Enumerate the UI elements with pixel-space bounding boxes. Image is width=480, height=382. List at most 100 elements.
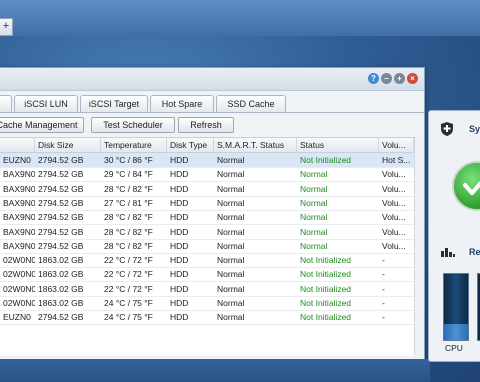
table-row[interactable]: BAX9N0 2794.52 GB 28 °C / 82 °F HDD Normal No… — [0, 225, 414, 240]
cache-management-button[interactable]: Cache Management — [0, 117, 84, 133]
cell-disk-size: 1863.02 GB — [38, 269, 84, 280]
cell-volume: Volu... — [382, 197, 406, 208]
cell-disk-size: 1863.02 GB — [38, 255, 84, 266]
cell-disk-type: HDD — [170, 283, 189, 294]
cell-temperature: 22 °C / 72 °F — [104, 283, 153, 294]
help-icon[interactable]: ? — [368, 73, 379, 84]
cell-temperature: 28 °C / 82 °F — [104, 183, 153, 194]
cell-disk: BAX9N0 — [3, 183, 35, 194]
cell-smart-status: Normal — [217, 183, 245, 194]
table-row[interactable]: 02W0N0 1863.02 GB 22 °C / 72 °F HDD Normal No… — [0, 282, 414, 297]
table-row[interactable]: EUZN0 2794.52 GB 24 °C / 75 °F HDD Normal Not… — [0, 310, 414, 326]
table-row[interactable]: 02W0N0 1863.02 GB 22 °C / 72 °F HDD Normal No… — [0, 267, 414, 283]
cell-status: Normal — [300, 212, 328, 223]
col-disk[interactable] — [0, 138, 35, 152]
table-row[interactable]: BAX9N0 2794.52 GB 29 °C / 84 °F HDD Normal No… — [0, 167, 414, 183]
cpu-label: CPU — [445, 343, 463, 353]
cell-smart-status: Normal — [217, 240, 245, 251]
col-disk-size[interactable]: Disk Size — [35, 138, 101, 152]
cell-disk-size: 2794.52 GB — [38, 183, 84, 194]
system-health-title: Sy — [469, 124, 480, 134]
cell-disk: BAX9N0 — [3, 226, 35, 237]
cell-temperature: 30 °C / 86 °F — [104, 155, 153, 165]
system-widget-panel: Sy Re CPU — [428, 110, 480, 362]
cell-smart-status: Normal — [217, 169, 245, 180]
tab-iscsi-target[interactable]: iSCSI Target — [80, 95, 148, 112]
cell-temperature: 28 °C / 82 °F — [104, 240, 153, 251]
table-row[interactable]: BAX9N0 2794.52 GB 28 °C / 82 °F HDD Normal No… — [0, 239, 414, 254]
cell-disk-type: HDD — [170, 226, 189, 237]
cell-smart-status: Normal — [217, 212, 245, 223]
cell-disk-type: HDD — [170, 240, 189, 251]
table-scrollbar[interactable] — [414, 137, 423, 355]
test-scheduler-button[interactable]: Test Scheduler — [91, 117, 175, 133]
cell-status: Not Initialized — [300, 312, 352, 323]
cell-status: Normal — [300, 240, 328, 251]
cell-disk-size: 1863.02 GB — [38, 283, 84, 294]
table-row[interactable]: 02W0N0 1863.02 GB 22 °C / 72 °F HDD Normal No… — [0, 253, 414, 269]
col-smart-status[interactable]: S.M.A.R.T. Status — [214, 138, 297, 152]
cell-smart-status: Normal — [217, 155, 245, 165]
col-volume[interactable]: Volu... — [379, 138, 414, 152]
col-status[interactable]: Status — [297, 138, 379, 152]
window-titlebar[interactable]: ? – + × — [0, 68, 424, 91]
cell-disk: EUZN0 — [3, 312, 31, 323]
resource-monitor-title: Re — [469, 247, 480, 257]
col-temperature[interactable]: Temperature — [101, 138, 167, 152]
cell-volume: - — [382, 269, 385, 280]
cell-volume: Volu... — [382, 226, 406, 237]
tab-ssd-cache[interactable]: SSD Cache — [216, 95, 286, 112]
cell-status: Not Initialized — [300, 269, 352, 280]
col-disk-type[interactable]: Disk Type — [167, 138, 214, 152]
cell-disk: BAX9N0 — [3, 212, 35, 223]
table-row[interactable]: BAX9N0 2794.52 GB 28 °C / 82 °F HDD Normal No… — [0, 182, 414, 197]
cell-disk-type: HDD — [170, 312, 189, 323]
cell-volume: Volu... — [382, 212, 406, 223]
close-icon[interactable]: × — [407, 73, 418, 84]
cell-temperature: 29 °C / 84 °F — [104, 169, 153, 180]
cell-smart-status: Normal — [217, 298, 245, 308]
disk-table: Disk Size Temperature Disk Type S.M.A.R.… — [0, 137, 414, 356]
storage-manager-window: ? – + × iSCSI LUN iSCSI Target Hot Spare… — [0, 67, 425, 361]
table-row[interactable]: 02W0N0 1863.02 GB 24 °C / 75 °F HDD Normal No… — [0, 296, 414, 311]
tab-hot-spare[interactable]: Hot Spare — [150, 95, 214, 112]
table-row[interactable]: BAX9N0 2794.52 GB 28 °C / 82 °F HDD Normal No… — [0, 210, 414, 226]
cell-disk-size: 2794.52 GB — [38, 197, 84, 208]
desktop-taskbar — [0, 0, 480, 36]
new-tab-button[interactable]: + — [0, 18, 13, 36]
cell-status: Not Initialized — [300, 283, 352, 294]
cell-temperature: 22 °C / 72 °F — [104, 255, 153, 266]
cell-disk-size: 2794.52 GB — [38, 226, 84, 237]
cell-status: Normal — [300, 226, 328, 237]
cell-disk: 02W0N0 — [3, 283, 35, 294]
cell-temperature: 27 °C / 81 °F — [104, 197, 153, 208]
cell-smart-status: Normal — [217, 197, 245, 208]
cell-disk-type: HDD — [170, 169, 189, 180]
health-ok-icon — [452, 161, 480, 211]
cell-smart-status: Normal — [217, 269, 245, 280]
table-row[interactable]: BAX9N0 2794.52 GB 27 °C / 81 °F HDD Normal No… — [0, 196, 414, 211]
cell-disk-size: 2794.52 GB — [38, 155, 84, 165]
cell-disk-type: HDD — [170, 269, 189, 280]
minimize-icon[interactable]: – — [381, 73, 392, 84]
cell-disk-type: HDD — [170, 255, 189, 266]
cell-temperature: 24 °C / 75 °F — [104, 298, 153, 308]
cell-smart-status: Normal — [217, 283, 245, 294]
tab-iscsi-lun[interactable]: iSCSI LUN — [14, 95, 78, 112]
cell-status: Normal — [300, 183, 328, 194]
cell-volume: - — [382, 283, 385, 294]
cell-disk-size: 2794.52 GB — [38, 312, 84, 323]
cell-status: Not Initialized — [300, 255, 352, 266]
cell-volume: Volu... — [382, 169, 406, 180]
cell-disk: BAX9N0 — [3, 169, 35, 180]
cell-disk: BAX9N0 — [3, 197, 35, 208]
cell-volume: Volu... — [382, 183, 406, 194]
refresh-button[interactable]: Refresh — [178, 117, 234, 133]
cell-volume: Hot S... — [382, 155, 411, 165]
cell-status: Not Initialized — [300, 155, 352, 165]
cell-status: Normal — [300, 169, 328, 180]
table-row[interactable]: EUZN0 2794.52 GB 30 °C / 86 °F HDD Normal Not… — [0, 153, 414, 168]
tab-hdd[interactable] — [0, 95, 12, 112]
cell-disk-size: 2794.52 GB — [38, 212, 84, 223]
maximize-icon[interactable]: + — [394, 73, 405, 84]
